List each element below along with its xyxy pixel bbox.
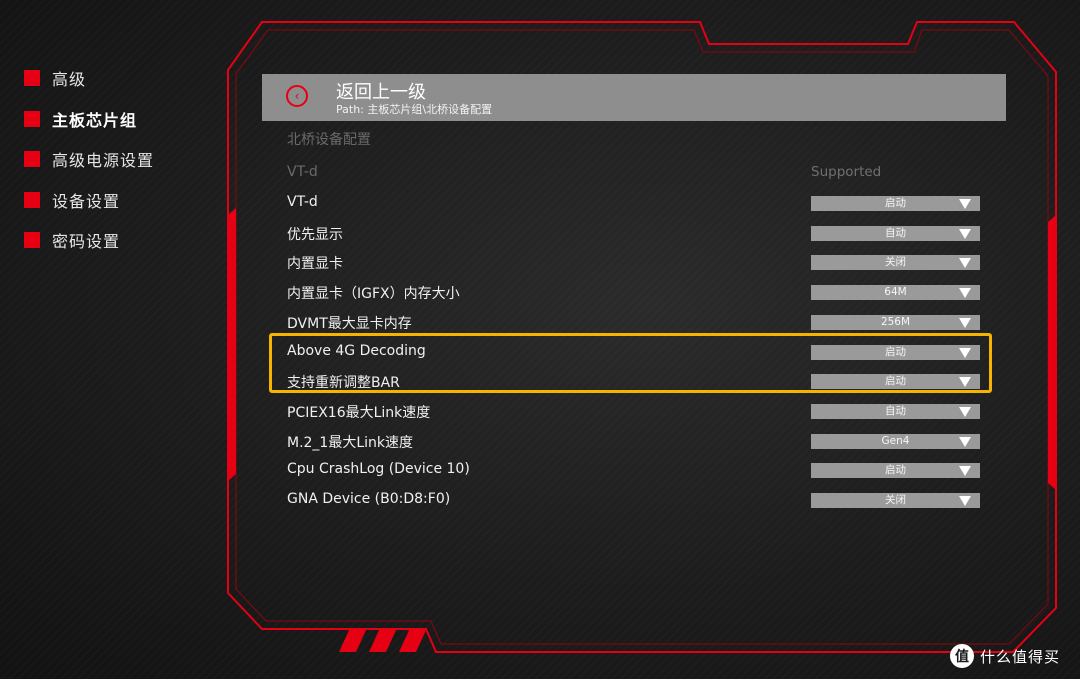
setting-row-igpu[interactable]: 内置显卡 关闭 xyxy=(287,251,987,275)
menu-bullet-icon xyxy=(24,191,40,208)
sidebar-item-devices[interactable]: 设备设置 xyxy=(24,180,154,221)
setting-dropdown[interactable]: 关闭 xyxy=(811,255,980,271)
setting-label: GNA Device (B0:D8:F0) xyxy=(287,491,451,507)
sidebar-item-label: 设备设置 xyxy=(52,191,121,211)
setting-label: PCIEX16最大Link速度 xyxy=(287,404,431,421)
watermark-text: 什么值得买 xyxy=(980,647,1061,666)
highlight-box xyxy=(269,333,992,393)
setting-row-pciex16-speed[interactable]: PCIEX16最大Link速度 自动 xyxy=(287,400,987,424)
dropdown-arrow-icon xyxy=(959,258,971,269)
sidebar-item-label: 高级电源设置 xyxy=(52,151,155,171)
setting-row-primary-display[interactable]: 优先显示 自动 xyxy=(287,222,987,246)
dropdown-arrow-icon xyxy=(959,496,971,506)
setting-row-cpu-crashlog[interactable]: Cpu CrashLog (Device 10) 启动 xyxy=(287,459,987,483)
setting-label: DVMT最大显卡内存 xyxy=(287,315,412,332)
dropdown-arrow-icon xyxy=(959,406,971,417)
dropdown-arrow-icon xyxy=(959,466,971,477)
menu-bullet-icon xyxy=(24,70,40,87)
back-arrow-icon[interactable]: ‹ xyxy=(286,85,308,107)
setting-row-vtd[interactable]: VT-d 启动 xyxy=(287,192,987,216)
setting-dropdown[interactable]: 256M xyxy=(811,314,980,330)
sidebar-item-chipset[interactable]: 主板芯片组 xyxy=(24,99,154,140)
setting-dropdown[interactable]: 自动 xyxy=(811,403,980,419)
sidebar-item-password[interactable]: 密码设置 xyxy=(24,220,154,261)
dropdown-value: 关闭 xyxy=(885,494,906,506)
dropdown-arrow-icon xyxy=(959,199,971,209)
setting-label: M.2_1最大Link速度 xyxy=(287,434,414,451)
sidebar-menu: 高级 主板芯片组 高级电源设置 设备设置 密码设置 xyxy=(24,58,154,261)
setting-label: 优先显示 xyxy=(287,226,343,243)
setting-label: Cpu CrashLog (Device 10) xyxy=(287,461,470,478)
back-header[interactable]: ‹ 返回上一级 Path: 主板芯片组\北桥设备配置 xyxy=(262,74,1006,121)
dropdown-value: 启动 xyxy=(885,197,906,209)
watermark: 值 什么值得买 xyxy=(950,644,1060,668)
setting-row-m2-speed[interactable]: M.2_1最大Link速度 Gen4 xyxy=(287,430,987,454)
watermark-logo-icon: 值 xyxy=(950,644,974,668)
dropdown-value: 启动 xyxy=(885,464,906,477)
dropdown-arrow-icon xyxy=(959,436,971,447)
setting-label: 内置显卡 xyxy=(287,256,343,273)
dropdown-arrow-icon xyxy=(959,228,971,239)
breadcrumb: Path: 主板芯片组\北桥设备配置 xyxy=(336,103,493,116)
dropdown-value: Gen4 xyxy=(881,434,910,447)
setting-label: 内置显卡（IGFX）内存大小 xyxy=(287,286,460,303)
dropdown-value: 关闭 xyxy=(885,256,906,269)
menu-bullet-icon xyxy=(24,151,40,168)
setting-row-gna-device[interactable]: GNA Device (B0:D8:F0) 关闭 xyxy=(287,489,987,513)
sidebar-item-power[interactable]: 高级电源设置 xyxy=(24,139,154,180)
setting-dropdown[interactable]: 启动 xyxy=(811,196,980,211)
sidebar-item-label: 高级 xyxy=(52,70,87,90)
setting-dropdown[interactable]: 关闭 xyxy=(811,493,980,508)
section-title: 北桥设备配置 xyxy=(287,132,371,148)
info-label: VT-d xyxy=(287,164,318,180)
sidebar-item-label: 主板芯片组 xyxy=(52,110,138,130)
dropdown-value: 自动 xyxy=(885,404,906,417)
setting-dropdown[interactable]: 64M xyxy=(811,285,980,301)
dropdown-arrow-icon xyxy=(959,317,971,328)
menu-bullet-icon xyxy=(24,110,40,127)
dropdown-value: 自动 xyxy=(885,226,906,239)
dropdown-value: 64M xyxy=(884,286,907,299)
dropdown-arrow-icon xyxy=(959,288,971,299)
info-value: Supported xyxy=(811,164,882,180)
dropdown-value: 256M xyxy=(880,315,911,328)
sidebar-item-label: 密码设置 xyxy=(52,232,121,252)
setting-dropdown[interactable]: 启动 xyxy=(811,463,980,479)
menu-bullet-icon xyxy=(24,232,40,249)
setting-dropdown[interactable]: 自动 xyxy=(811,225,980,241)
setting-row-dvmt[interactable]: DVMT最大显卡内存 256M xyxy=(287,311,987,335)
setting-label: VT-d xyxy=(287,194,318,210)
setting-row-igfx-memory[interactable]: 内置显卡（IGFX）内存大小 64M xyxy=(287,281,987,305)
sidebar-item-advanced[interactable]: 高级 xyxy=(24,58,154,99)
setting-dropdown[interactable]: Gen4 xyxy=(811,433,980,449)
